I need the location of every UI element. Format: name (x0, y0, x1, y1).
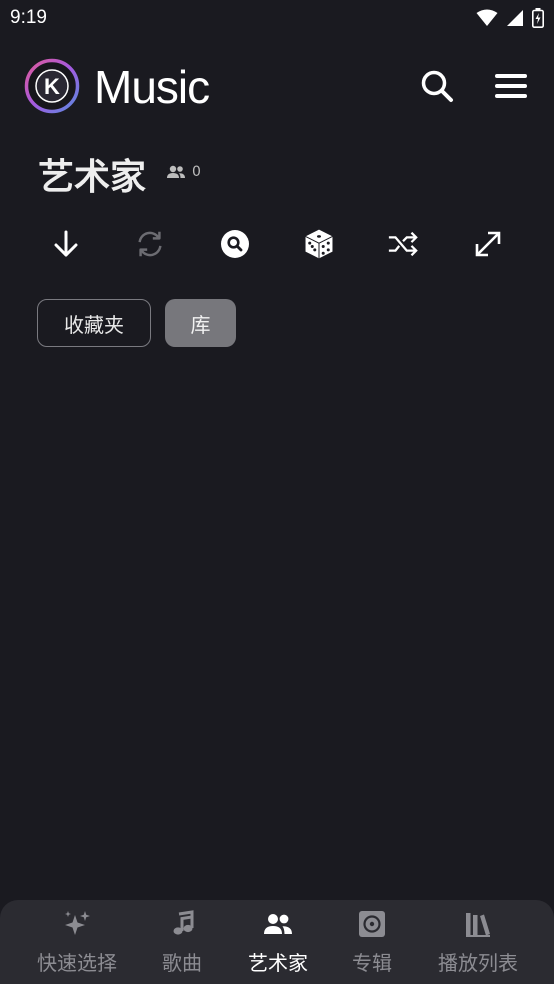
nav-songs[interactable]: 歌曲 (152, 900, 212, 984)
app-bar: K Music (0, 52, 554, 122)
nav-label-quick-picks: 快速选择 (37, 951, 117, 975)
wifi-icon (476, 9, 498, 26)
status-bar: 9:19 (0, 0, 554, 38)
battery-icon (532, 8, 544, 28)
refresh-button[interactable] (128, 222, 172, 266)
random-button[interactable] (297, 222, 341, 266)
menu-icon (495, 74, 527, 98)
search-button[interactable] (418, 67, 456, 105)
search-circle-icon (221, 230, 249, 258)
people-icon (264, 914, 292, 934)
search-icon (421, 70, 453, 102)
library-icon (466, 913, 490, 937)
count-value: 0 (192, 164, 201, 180)
sparkles-icon (65, 911, 90, 935)
status-icons (476, 8, 544, 28)
album-icon (359, 911, 385, 937)
cell-signal-icon (507, 10, 523, 26)
menu-button[interactable] (492, 70, 530, 104)
dice-icon (305, 229, 333, 259)
app-title: Music (94, 61, 210, 113)
expand-button[interactable] (466, 222, 510, 266)
nav-label-albums: 专辑 (352, 951, 392, 975)
nav-playlists[interactable]: 播放列表 (428, 900, 528, 984)
status-time: 9:19 (10, 7, 47, 28)
nav-quick-picks[interactable]: 快速选择 (28, 900, 126, 984)
filter-chips: 收藏夹 库 (37, 299, 236, 347)
nav-albums[interactable]: 专辑 (343, 900, 401, 984)
refresh-icon (138, 231, 162, 257)
action-toolbar (0, 222, 554, 266)
shuffle-icon (388, 231, 418, 257)
chip-library[interactable]: 库 (165, 299, 236, 347)
arrow-down-icon (54, 230, 78, 257)
people-icon (167, 165, 185, 178)
chip-favorites[interactable]: 收藏夹 (37, 299, 151, 347)
app-logo: K (24, 58, 80, 114)
logo-letter: K (44, 74, 60, 99)
artist-count: 0 (166, 164, 201, 180)
shuffle-button[interactable] (381, 222, 425, 266)
bottom-navigation: 快速选择 歌曲 艺术家 专辑 播放列表 (0, 900, 554, 984)
music-note-icon (173, 910, 194, 935)
sort-down-button[interactable] (44, 222, 88, 266)
search-circle-button[interactable] (213, 222, 257, 266)
nav-label-songs: 歌曲 (162, 951, 202, 975)
nav-label-playlists: 播放列表 (438, 951, 518, 975)
expand-icon (475, 231, 501, 257)
nav-artists[interactable]: 艺术家 (240, 900, 316, 984)
page-title: 艺术家 (38, 157, 147, 198)
nav-label-artists: 艺术家 (248, 951, 308, 975)
